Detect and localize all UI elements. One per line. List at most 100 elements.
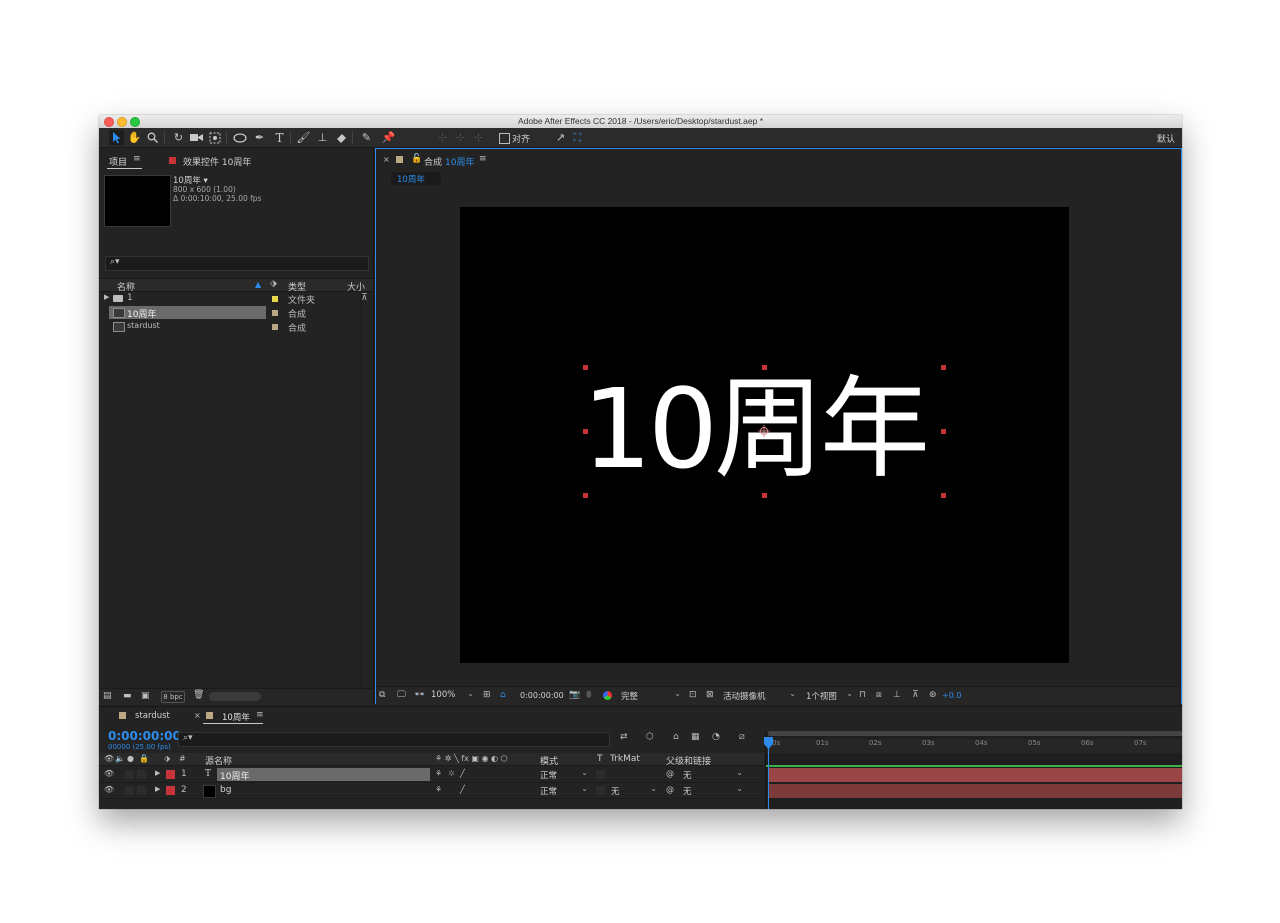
exposure-value[interactable]: +0.0 [942, 691, 961, 700]
close-tab-icon[interactable]: × [194, 711, 201, 720]
thumbnail-scrollbar[interactable] [209, 692, 261, 701]
parent-select[interactable]: 无 ⌄ [683, 784, 745, 797]
pick-whip-icon[interactable]: @ [666, 769, 674, 778]
eye-icon[interactable]: 👁 [104, 785, 114, 794]
column-mode[interactable]: 模式 [540, 754, 558, 767]
comp-tab-name[interactable]: 10周年 [445, 155, 474, 168]
work-area-bar[interactable] [768, 731, 1182, 736]
clone-stamp-tool-icon[interactable]: ⊥ [315, 130, 330, 145]
label-swatch[interactable] [272, 310, 278, 316]
vr-icon[interactable]: 👓 [414, 690, 425, 700]
pick-whip-icon[interactable]: @ [666, 785, 674, 794]
shy-layers-icon[interactable]: ⌂ [673, 732, 679, 742]
transform-handle[interactable] [941, 365, 946, 370]
type-tool-icon[interactable]: T [272, 130, 287, 145]
mode-select[interactable]: 正常 ⌄ [540, 768, 590, 781]
transform-handle[interactable] [583, 365, 588, 370]
project-search-input[interactable]: ⌕▾ [105, 256, 369, 271]
comp-canvas[interactable]: 10周年 [460, 207, 1069, 663]
label-column-icon[interactable]: ⬗ [164, 754, 170, 763]
audio-switch-icon[interactable]: 🔈 [115, 754, 125, 763]
video-switch-icon[interactable]: 👁 [104, 754, 114, 763]
timeline-tab-10[interactable]: 10周年 [222, 711, 250, 723]
list-item[interactable]: ▶ 1 文件夹 [104, 292, 359, 306]
shy-switch-icon[interactable]: ⚘ [435, 769, 442, 778]
mode-select[interactable]: 正常 ⌄ [540, 784, 590, 797]
solo-box[interactable] [125, 786, 134, 795]
transform-handle[interactable] [762, 493, 767, 498]
fit-frame-icon[interactable]: ⊞ [483, 690, 491, 700]
ellipse-tool-icon[interactable] [232, 130, 247, 145]
label-swatch[interactable] [166, 786, 175, 795]
label-swatch[interactable] [272, 296, 278, 302]
anchor-point-icon[interactable] [758, 425, 770, 437]
panel-menu-icon[interactable]: ≡ [133, 154, 141, 164]
pen-tool-icon[interactable]: ✒ [252, 130, 267, 145]
motion-blur-icon[interactable]: ◔ [712, 732, 720, 742]
roto-brush-tool-icon[interactable]: ✎ [359, 130, 374, 145]
new-folder-icon[interactable]: ▬ [123, 691, 132, 701]
bit-depth-button[interactable]: 8 bpc [161, 691, 185, 703]
mask-visibility-icon[interactable]: ⌂ [500, 690, 506, 700]
label-column-icon[interactable]: ⬗ [270, 279, 277, 289]
axis-local-icon[interactable]: ⊹ [435, 130, 450, 145]
disclosure-triangle-icon[interactable]: ▶ [104, 293, 109, 301]
views-select[interactable]: 1个视图 ⌄ [806, 689, 855, 702]
transparency-grid-icon[interactable]: ⊠ [706, 690, 714, 700]
axis-view-icon[interactable]: ⊹ [471, 130, 486, 145]
list-item[interactable]: stardust 合成 [104, 320, 359, 334]
comp-tab-prefix[interactable]: 合成 [424, 155, 442, 168]
brush-tool-icon[interactable]: 🖌 [296, 130, 311, 145]
frame-blending-icon[interactable]: ▦ [691, 732, 700, 742]
layer-row[interactable]: 👁 ▶ 2 bg ⚘ ╱ 正常 ⌄ 无 ⌄ @ 无 ⌄ [99, 783, 764, 799]
column-trkmat[interactable]: TrkMat [610, 754, 640, 764]
tab-effect-controls[interactable]: 效果控件 10周年 [183, 155, 251, 168]
playhead-icon[interactable] [764, 737, 773, 749]
lock-icon[interactable]: 🔓 [411, 154, 422, 164]
column-parent[interactable]: 父级和链接 [666, 754, 711, 767]
toggle-pixel-aspect-icon[interactable]: ⊓ [859, 690, 866, 700]
solo-box[interactable] [125, 770, 134, 779]
zoom-select[interactable]: 100% ⌄ [431, 689, 476, 702]
layer-row[interactable]: 👁 ▶ 1 T 10周年 ⚘ ✲ ╱ 正常 ⌄ @ 无 ⌄ [99, 767, 764, 783]
rotate-tool-icon[interactable]: ↻ [171, 130, 186, 145]
comp-mini-flowchart-icon[interactable]: ⇄ [620, 732, 628, 742]
transform-handle[interactable] [941, 429, 946, 434]
graph-editor-icon[interactable]: ⧄ [739, 732, 745, 742]
always-preview-icon[interactable]: ⧉ [379, 690, 385, 700]
draft-3d-icon[interactable]: ⬡ [646, 732, 654, 742]
preserve-transparency-box[interactable] [596, 786, 605, 795]
disclosure-triangle-icon[interactable]: ▶ [155, 785, 160, 793]
panel-menu-icon[interactable]: ≡ [256, 710, 264, 720]
snap-options-icon[interactable]: ↗ [553, 130, 568, 145]
lock-switch-icon[interactable]: 🔒 [139, 754, 149, 763]
list-item[interactable]: 10周年 合成 [104, 306, 359, 320]
resolution-select[interactable]: 完整 ⌄ [621, 689, 683, 702]
label-swatch[interactable] [272, 324, 278, 330]
timeline-tab-stardust[interactable]: stardust [135, 711, 170, 721]
layer-duration-bar[interactable] [769, 768, 1182, 782]
disclosure-triangle-icon[interactable]: ▶ [155, 769, 160, 777]
trkmat-select[interactable]: 无 ⌄ [611, 784, 659, 797]
show-snapshot-icon[interactable]: ⬮ [586, 690, 592, 700]
eraser-tool-icon[interactable] [334, 130, 349, 145]
layer-name[interactable]: bg [220, 785, 231, 795]
transform-handle[interactable] [583, 429, 588, 434]
hand-tool-icon[interactable]: ✋ [127, 130, 142, 145]
eye-icon[interactable]: 👁 [104, 769, 114, 778]
tab-project[interactable]: 项目 [109, 155, 127, 168]
new-composition-icon[interactable]: ▣ [141, 691, 150, 701]
quality-switch-icon[interactable]: ╱ [460, 785, 465, 794]
reset-exposure-icon[interactable]: ⊛ [929, 690, 937, 700]
lock-box[interactable] [137, 786, 146, 795]
channel-icon[interactable] [603, 691, 612, 700]
time-ruler[interactable]: 0s 01s 02s 03s 04s 05s 06s 07s [766, 739, 1182, 753]
close-tab-icon[interactable]: × [383, 155, 390, 164]
solo-switch-icon[interactable]: ● [127, 754, 134, 763]
time-graph[interactable]: 0s 01s 02s 03s 04s 05s 06s 07s [764, 731, 1182, 809]
pan-behind-tool-icon[interactable] [207, 130, 222, 145]
camera-tool-icon[interactable] [189, 130, 204, 145]
preserve-transparency-box[interactable] [596, 770, 605, 779]
fast-previews-icon[interactable]: ⧈ [876, 690, 882, 700]
axis-world-icon[interactable]: ⊹ [453, 130, 468, 145]
